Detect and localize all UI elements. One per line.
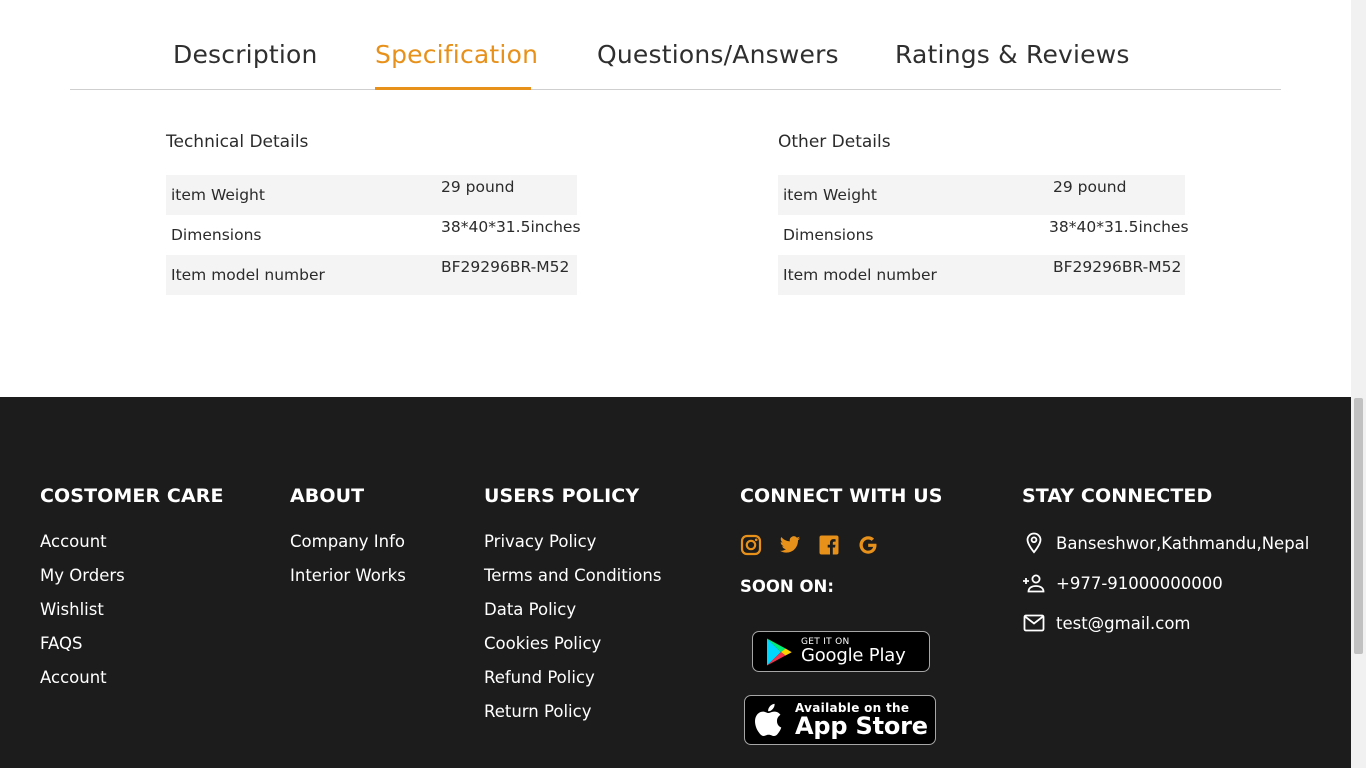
active-tab-indicator <box>375 87 531 90</box>
footer-link-account-2[interactable]: Account <box>40 668 125 702</box>
other-details-table: item Weight 29 pound Dimensions 38*40*31… <box>778 175 1189 295</box>
mail-icon <box>1022 611 1046 635</box>
table-row: Item model number BF29296BR-M52 <box>166 255 577 295</box>
google-play-icon <box>765 637 793 667</box>
about-links: Company Info Interior Works <box>290 532 406 600</box>
email-text[interactable]: test@gmail.com <box>1056 614 1191 633</box>
social-links <box>740 534 879 556</box>
spec-value: BF29296BR-M52 <box>441 258 570 276</box>
instagram-icon[interactable] <box>740 534 762 556</box>
users-policy-links: Privacy Policy Terms and Conditions Data… <box>484 532 661 736</box>
table-row: item Weight 29 pound <box>166 175 577 215</box>
google-play-badge[interactable]: GET IT ON Google Play <box>752 631 930 672</box>
soon-on-label: SOON ON: <box>740 577 834 596</box>
tab-specification[interactable]: Specification <box>375 40 538 69</box>
google-play-big-text: Google Play <box>801 645 906 666</box>
footer-link-wishlist[interactable]: Wishlist <box>40 600 125 634</box>
product-tabs: Description Specification Questions/Answ… <box>70 0 1281 90</box>
technical-details-title: Technical Details <box>166 132 309 152</box>
about-heading: ABOUT <box>290 485 365 507</box>
spec-value: 38*40*31.5inches <box>1049 218 1189 236</box>
address-text: Banseshwor,Kathmandu,Nepal <box>1056 533 1310 553</box>
footer-link-return-policy[interactable]: Return Policy <box>484 702 661 736</box>
footer-link-refund-policy[interactable]: Refund Policy <box>484 668 661 702</box>
tab-description[interactable]: Description <box>173 40 318 69</box>
spec-value: 38*40*31.5inches <box>441 218 581 236</box>
customer-care-links: Account My Orders Wishlist FAQS Account <box>40 532 125 702</box>
footer-link-cookies-policy[interactable]: Cookies Policy <box>484 634 661 668</box>
page-scrollbar[interactable] <box>1351 0 1366 768</box>
facebook-icon[interactable] <box>818 534 840 556</box>
footer-link-interior-works[interactable]: Interior Works <box>290 566 406 600</box>
contact-address: Banseshwor,Kathmandu,Nepal <box>1022 531 1309 555</box>
footer-link-company-info[interactable]: Company Info <box>290 532 406 566</box>
contact-phone: +977-91000000000 <box>1022 571 1223 595</box>
footer-link-account[interactable]: Account <box>40 532 125 566</box>
footer-link-data-policy[interactable]: Data Policy <box>484 600 661 634</box>
spec-key: Dimensions <box>171 226 262 244</box>
spec-key: Item model number <box>171 266 325 284</box>
users-policy-heading: USERS POLICY <box>484 485 640 507</box>
customer-care-heading: COSTOMER CARE <box>40 485 224 507</box>
other-details-title: Other Details <box>778 132 891 152</box>
spec-key: item Weight <box>171 186 265 204</box>
table-row: Dimensions 38*40*31.5inches <box>778 215 1189 255</box>
spec-key: item Weight <box>783 186 877 204</box>
footer-link-my-orders[interactable]: My Orders <box>40 566 125 600</box>
spec-value: 29 pound <box>441 178 515 196</box>
spec-value: BF29296BR-M52 <box>1053 258 1182 276</box>
footer-link-faqs[interactable]: FAQS <box>40 634 125 668</box>
footer-link-privacy-policy[interactable]: Privacy Policy <box>484 532 661 566</box>
footer-link-terms[interactable]: Terms and Conditions <box>484 566 661 600</box>
google-icon[interactable] <box>857 534 879 556</box>
apple-icon <box>751 700 789 740</box>
add-person-icon <box>1022 571 1046 595</box>
connect-heading: CONNECT WITH US <box>740 485 943 507</box>
contact-email: test@gmail.com <box>1022 611 1191 635</box>
phone-text: +977-91000000000 <box>1056 573 1223 593</box>
table-row: Dimensions 38*40*31.5inches <box>166 215 581 255</box>
stay-connected-heading: STAY CONNECTED <box>1022 485 1213 507</box>
table-row: Item model number BF29296BR-M52 <box>778 255 1185 295</box>
spec-value: 29 pound <box>1053 178 1127 196</box>
spec-key: Item model number <box>783 266 937 284</box>
scrollbar-thumb[interactable] <box>1354 398 1363 654</box>
site-footer: COSTOMER CARE Account My Orders Wishlist… <box>0 397 1351 768</box>
spec-key: Dimensions <box>783 226 874 244</box>
location-pin-icon <box>1022 531 1046 555</box>
table-row: item Weight 29 pound <box>778 175 1185 215</box>
tab-questions-answers[interactable]: Questions/Answers <box>597 40 839 69</box>
app-store-big-text: App Store <box>795 712 928 740</box>
technical-details-table: item Weight 29 pound Dimensions 38*40*31… <box>166 175 581 295</box>
twitter-icon[interactable] <box>779 534 801 556</box>
tab-ratings-reviews[interactable]: Ratings & Reviews <box>895 40 1130 69</box>
app-store-badge[interactable]: Available on the App Store <box>744 695 936 745</box>
